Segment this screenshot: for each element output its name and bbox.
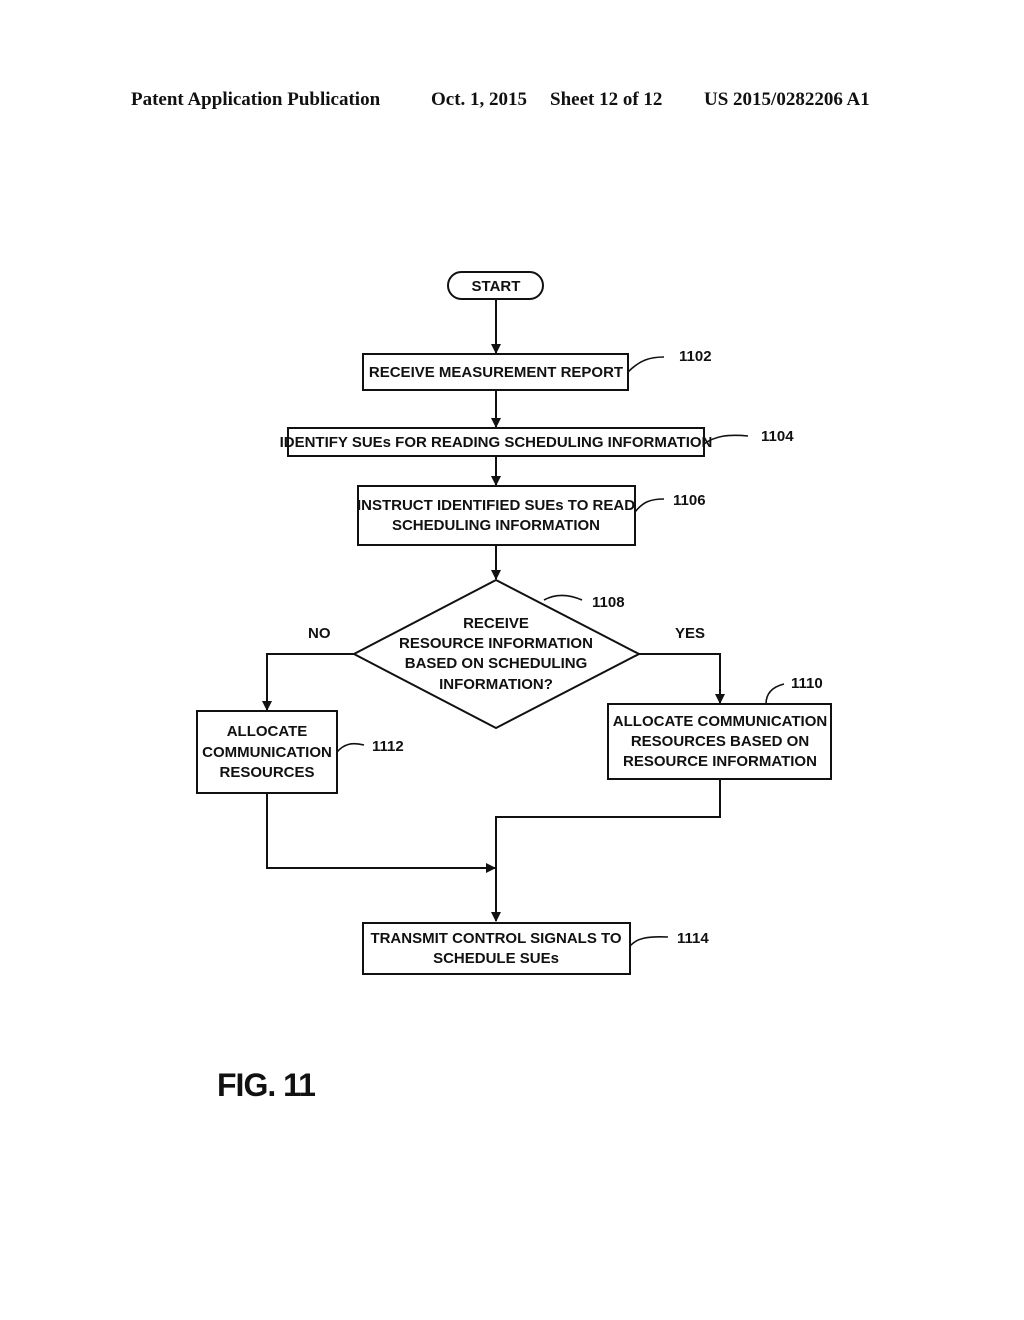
arrow-no-to-1112: [262, 653, 354, 711]
leader-1106: [634, 498, 665, 513]
ref-1106: 1106: [673, 492, 706, 509]
step-1112-text-line1: ALLOCATE: [227, 723, 308, 740]
ref-1108: 1108: [592, 594, 625, 611]
step-1114-text-line2: SCHEDULE SUEs: [433, 950, 559, 967]
ref-1104: 1104: [761, 428, 794, 445]
decision-1108-line1: RECEIVE: [463, 615, 529, 632]
arrow-1112-to-merge: [266, 793, 496, 873]
leader-1102: [627, 356, 665, 373]
decision-1108-line3: BASED ON SCHEDULING: [405, 655, 588, 672]
step-1106-box: [357, 485, 636, 546]
ref-1110: 1110: [791, 675, 823, 692]
step-1110-text-line3: RESOURCE INFORMATION: [623, 753, 817, 770]
step-1110-text-line1: ALLOCATE COMMUNICATION: [613, 713, 827, 730]
step-1110-text-line2: RESOURCES BASED ON: [631, 733, 809, 750]
leader-1114: [629, 935, 669, 947]
start-label: START: [472, 278, 521, 295]
leader-1110: [765, 683, 785, 705]
arrow-1110-to-1114: [491, 779, 721, 922]
step-1114-text-line1: TRANSMIT CONTROL SIGNALS TO: [370, 930, 621, 947]
step-1104-text: IDENTIFY SUEs FOR READING SCHEDULING INF…: [280, 434, 713, 451]
flowchart: START RECEIVE MEASUREMENT REPORT 1102 ID…: [196, 271, 832, 1103]
branch-yes-label: YES: [675, 625, 705, 642]
step-1112-text-line2: COMMUNICATION: [202, 744, 332, 761]
ref-1102: 1102: [679, 348, 712, 365]
arrow-yes-to-1110: [639, 653, 725, 704]
decision-1108-line2: RESOURCE INFORMATION: [399, 635, 593, 652]
leader-1108: [543, 594, 583, 601]
leader-1112: [336, 742, 365, 753]
step-1102-text: RECEIVE MEASUREMENT REPORT: [369, 364, 623, 381]
ref-1114: 1114: [677, 930, 709, 947]
step-1106-text-line2: SCHEDULING INFORMATION: [392, 517, 600, 534]
decision-1108-line4: INFORMATION?: [439, 676, 553, 693]
branch-no-label: NO: [308, 625, 331, 642]
step-1106-text-line1: INSTRUCT IDENTIFIED SUEs TO READ: [357, 497, 635, 514]
ref-1112: 1112: [372, 738, 404, 755]
step-1112-text-line3: RESOURCES: [219, 764, 314, 781]
figure-label: FIG. 11: [217, 1067, 315, 1103]
